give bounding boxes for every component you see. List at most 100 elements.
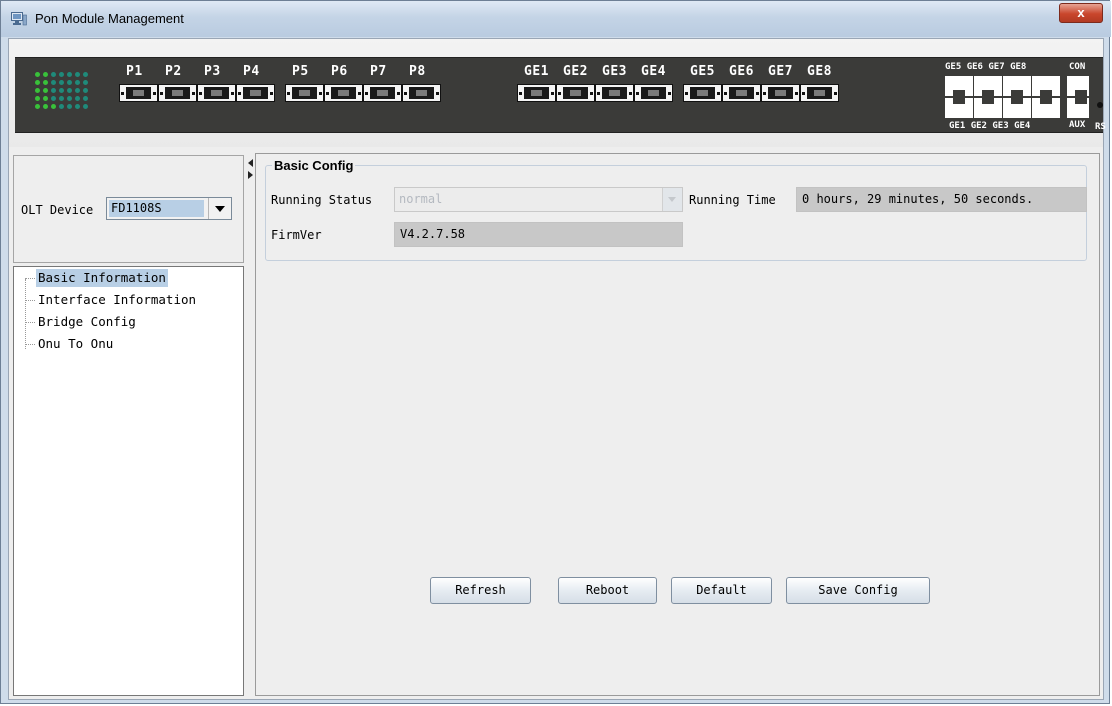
- status-led: [83, 96, 88, 101]
- status-led: [43, 104, 48, 109]
- pon-port-label: P6: [331, 64, 348, 79]
- rj45-port-ge1[interactable]: [945, 98, 973, 118]
- status-led: [83, 80, 88, 85]
- pon-port-p1[interactable]: [119, 84, 158, 102]
- ge-sfp-port-ge5[interactable]: [683, 84, 722, 102]
- status-led: [59, 80, 64, 85]
- collapse-left-icon[interactable]: [248, 159, 253, 167]
- rj45-top-labels: GE5 GE6 GE7 GE8: [945, 62, 1026, 72]
- rj45-bottom-labels: GE1 GE2 GE3 GE4: [949, 121, 1030, 131]
- ge-sfp-port-label: GE7: [768, 64, 793, 79]
- status-led: [35, 88, 40, 93]
- status-led: [67, 80, 72, 85]
- ge-sfp-port-ge4[interactable]: [634, 84, 673, 102]
- pon-port-p6[interactable]: [324, 84, 363, 102]
- pon-port-p2[interactable]: [158, 84, 197, 102]
- status-led: [75, 72, 80, 77]
- chevron-down-icon: [662, 188, 682, 211]
- chevron-down-icon[interactable]: [208, 198, 231, 219]
- olt-device-label: OLT Device: [21, 203, 94, 217]
- pon-port-label: P7: [370, 64, 387, 79]
- running-status-label: Running Status: [271, 193, 373, 207]
- expand-right-icon[interactable]: [248, 171, 253, 179]
- ge-sfp-port-ge7[interactable]: [761, 84, 800, 102]
- pon-port-label: P3: [204, 64, 221, 79]
- rj45-port-ge2[interactable]: [974, 98, 1002, 118]
- aux-port[interactable]: [1067, 98, 1089, 118]
- status-led: [83, 72, 88, 77]
- status-led: [59, 88, 64, 93]
- rj45-label-ge1: GE1: [949, 121, 966, 131]
- running-status-value: normal: [399, 192, 443, 206]
- firmver-field: V4.2.7.58: [394, 222, 683, 247]
- status-led: [51, 72, 56, 77]
- title-bar[interactable]: Pon Module Management x: [1, 1, 1111, 37]
- pon-port-p7[interactable]: [363, 84, 402, 102]
- pon-port-label: P1: [126, 64, 143, 79]
- client-area: P1 P2 P3 P4 P5 P6 P7 P8 GE1 GE2 GE3 GE4 GE5 GE6 GE7 GE…: [8, 38, 1106, 700]
- window-title: Pon Module Management: [35, 11, 184, 26]
- rj45-label-ge5: GE5: [945, 62, 962, 72]
- rj45-port-ge4[interactable]: [1032, 98, 1060, 118]
- ge-sfp-port-label: GE6: [729, 64, 754, 79]
- basic-config-title: Basic Config: [272, 158, 356, 173]
- rj45-port-ge8[interactable]: [1032, 76, 1060, 96]
- ge-sfp-port-label: GE2: [563, 64, 588, 79]
- rj45-port-block: GE5 GE6 GE7 GE8 GE1 GE2 GE3 GE4: [945, 62, 1061, 131]
- pon-port-p4[interactable]: [236, 84, 275, 102]
- status-led: [35, 80, 40, 85]
- status-led: [75, 96, 80, 101]
- ge-sfp-port-ge3[interactable]: [595, 84, 634, 102]
- rj45-label-ge2: GE2: [970, 121, 987, 131]
- device-banner: P1 P2 P3 P4 P5 P6 P7 P8 GE1 GE2 GE3 GE4 GE5 GE6 GE7 GE…: [9, 39, 1106, 147]
- rj45-label-ge8: GE8: [1010, 62, 1027, 72]
- refresh-button[interactable]: Refresh: [430, 577, 531, 604]
- status-led: [67, 104, 72, 109]
- default-button[interactable]: Default: [671, 577, 772, 604]
- reset-pinhole[interactable]: [1097, 102, 1103, 108]
- pon-port-p8[interactable]: [402, 84, 441, 102]
- reboot-button[interactable]: Reboot: [558, 577, 657, 604]
- status-led: [83, 88, 88, 93]
- ge-sfp-port-ge1[interactable]: [517, 84, 556, 102]
- rs-label: RS: [1095, 122, 1106, 132]
- status-led: [35, 72, 40, 77]
- status-led: [67, 72, 72, 77]
- status-led: [59, 72, 64, 77]
- rj45-label-ge6: GE6: [966, 62, 983, 72]
- app-window: Pon Module Management x P1 P2 P3 P4 P5 P6 P7 P8…: [0, 0, 1111, 704]
- rj45-port-ge6[interactable]: [974, 76, 1002, 96]
- split-pane-divider[interactable]: [247, 153, 255, 699]
- status-led: [51, 88, 56, 93]
- close-button[interactable]: x: [1059, 3, 1103, 23]
- olt-device-select[interactable]: FD1108S: [106, 197, 232, 220]
- olt-device-value: FD1108S: [109, 200, 204, 217]
- con-port[interactable]: [1067, 76, 1089, 96]
- save-config-button[interactable]: Save Config: [786, 577, 930, 604]
- rj45-port-ge3[interactable]: [1003, 98, 1031, 118]
- tree-item-label: Basic Information: [36, 269, 168, 287]
- navigation-tree: Basic Information Interface Information …: [13, 266, 244, 696]
- rj45-label-ge4: GE4: [1014, 121, 1031, 131]
- rj45-port-ge5[interactable]: [945, 76, 973, 96]
- tree-connector: [25, 344, 35, 345]
- running-status-select[interactable]: normal: [394, 187, 683, 212]
- olt-device-front-panel: P1 P2 P3 P4 P5 P6 P7 P8 GE1 GE2 GE3 GE4 GE5 GE6 GE7 GE…: [15, 57, 1106, 133]
- status-led: [67, 88, 72, 93]
- tree-guide-line: [25, 279, 26, 349]
- ge-sfp-port-ge2[interactable]: [556, 84, 595, 102]
- ge-sfp-port-ge8[interactable]: [800, 84, 839, 102]
- pon-port-p3[interactable]: [197, 84, 236, 102]
- rj45-label-ge7: GE7: [988, 62, 1005, 72]
- ge-sfp-port-ge6[interactable]: [722, 84, 761, 102]
- ge-sfp-port-label: GE1: [524, 64, 549, 79]
- status-led: [75, 104, 80, 109]
- status-led-matrix: [35, 72, 91, 114]
- ge-sfp-port-label: GE4: [641, 64, 666, 79]
- rj45-port-ge7[interactable]: [1003, 76, 1031, 96]
- running-time-field: 0 hours, 29 minutes, 50 seconds.: [796, 187, 1087, 212]
- ge-sfp-port-label: GE3: [602, 64, 627, 79]
- tree-item-label: Onu To Onu: [38, 336, 114, 351]
- pon-port-p5[interactable]: [285, 84, 324, 102]
- pon-port-label: P2: [165, 64, 182, 79]
